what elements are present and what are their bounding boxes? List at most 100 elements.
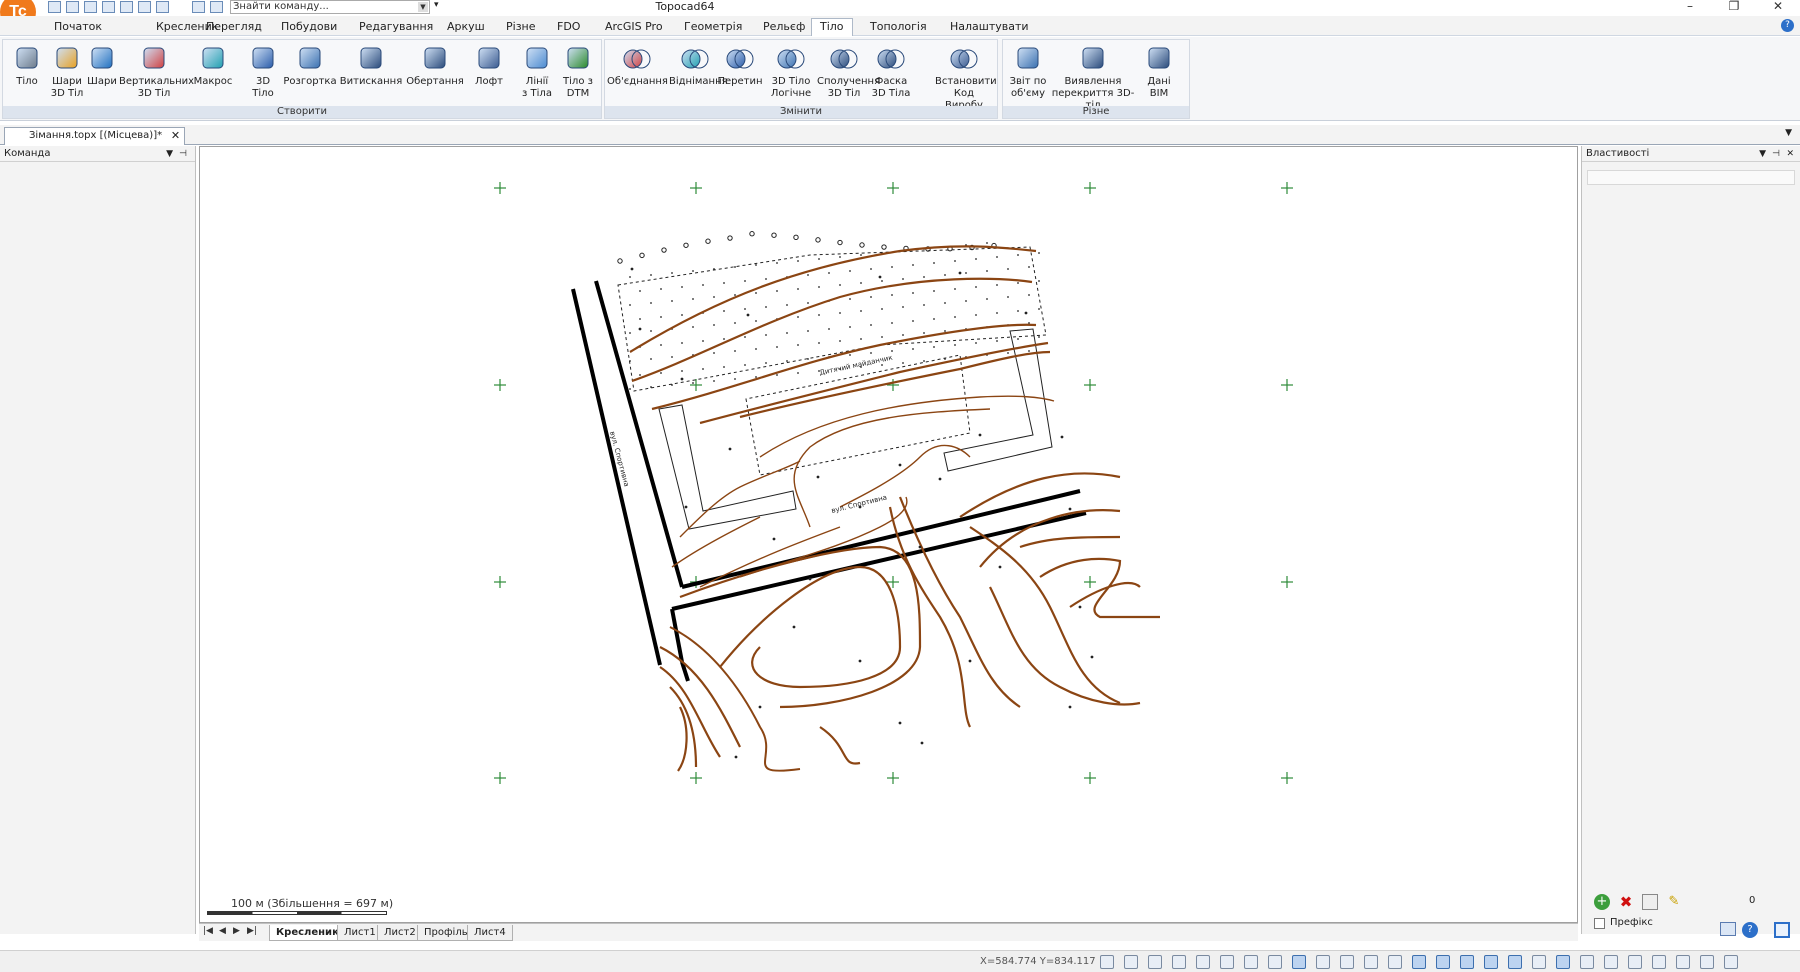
ribbon-button-0-1[interactable]: Шари 3D Тіл (49, 44, 85, 100)
nearest-icon[interactable] (1508, 955, 1522, 969)
open-folder-icon[interactable] (66, 1, 79, 13)
scale-icon[interactable] (1676, 955, 1690, 969)
window-icon[interactable] (1724, 955, 1738, 969)
redo-icon[interactable] (138, 1, 151, 13)
square-icon[interactable] (1604, 955, 1618, 969)
tab-2[interactable]: Перегляд (206, 19, 262, 34)
next-sheet-icon[interactable]: ▶ (233, 926, 240, 936)
ribbon-button-0-6[interactable]: Розгортка (283, 44, 337, 88)
polar-icon[interactable] (1172, 955, 1186, 969)
ribbon-button-2-2[interactable]: Дані BIM (1139, 44, 1179, 100)
pin-icon[interactable]: ⊣ (1772, 146, 1780, 162)
circle-snap-icon[interactable] (1244, 955, 1258, 969)
print-icon[interactable] (102, 1, 115, 13)
sheet-tab-0[interactable]: Кресленик (269, 925, 346, 941)
ribbon-button-2-0[interactable]: Звіт по об'єму (1009, 44, 1047, 100)
tab-11[interactable]: Тіло (811, 18, 853, 36)
command-search-input[interactable]: Знайти команду... ▼ (230, 0, 430, 14)
center-icon[interactable] (1460, 955, 1474, 969)
lock-icon[interactable] (1196, 955, 1210, 969)
box-icon[interactable] (1388, 955, 1402, 969)
document-tab[interactable]: Зімання.topx [(Місцева)]* ✕ (4, 127, 186, 145)
grid-icon[interactable] (1148, 955, 1162, 969)
last-sheet-icon[interactable]: ▶| (247, 926, 257, 936)
ribbon-button-0-8[interactable]: Обертання (405, 44, 465, 88)
ribbon-button-0-4[interactable]: Макрос (193, 44, 233, 88)
extension-icon[interactable] (1556, 955, 1570, 969)
ribbon-button-1-5[interactable]: Фаска 3D Тіла (867, 44, 915, 100)
tab-12[interactable]: Топологія (870, 19, 927, 34)
sheet-tab-3[interactable]: Профіль (417, 925, 475, 941)
tab-4[interactable]: Редагування (359, 19, 433, 34)
properties-object-select[interactable] (1587, 170, 1795, 185)
new-file-icon[interactable] (48, 1, 61, 13)
layout-icon[interactable] (1700, 955, 1714, 969)
ribbon-button-0-7[interactable]: Витискання (339, 44, 403, 88)
endpoint-icon[interactable] (1268, 955, 1282, 969)
line-snap-icon[interactable] (1364, 955, 1378, 969)
panel-toggle-icon[interactable] (1774, 922, 1790, 938)
tab-3[interactable]: Побудови (281, 19, 337, 34)
tab-13[interactable]: Налаштувати (950, 19, 1029, 34)
sheet-tab-1[interactable]: Лист1 (337, 925, 383, 941)
object-snap-icon[interactable] (1220, 955, 1234, 969)
target-icon[interactable] (1316, 955, 1330, 969)
intersect-snap-icon[interactable] (1412, 955, 1426, 969)
node-icon[interactable] (1340, 955, 1354, 969)
restore-icon[interactable]: ❐ (1720, 0, 1748, 14)
ribbon-button-0-9[interactable]: Лофт (469, 44, 509, 88)
chevron-down-icon[interactable]: ▼ (418, 2, 428, 12)
view-icon[interactable] (1720, 922, 1736, 936)
parallel-icon[interactable] (1532, 955, 1546, 969)
prefix-checkbox[interactable] (1594, 918, 1605, 929)
pan-icon[interactable] (1292, 955, 1306, 969)
tab-list-chevron-icon[interactable]: ▼ (1785, 128, 1792, 138)
window-icon[interactable] (192, 1, 205, 13)
grid-table-icon[interactable] (1642, 894, 1658, 910)
tab-0[interactable]: Початок (54, 19, 102, 34)
ribbon-button-1-1[interactable]: Віднімання (669, 44, 728, 88)
sheet-tab-2[interactable]: Лист2 (377, 925, 423, 941)
ribbon-button-0-0[interactable]: Тіло (9, 44, 45, 88)
ribbon-button-0-5[interactable]: 3D Тіло (247, 44, 279, 100)
command-list-icon[interactable] (210, 1, 223, 13)
tab-5[interactable]: Аркуш (447, 19, 485, 34)
snap-icon[interactable] (1100, 955, 1114, 969)
panel-dropdown-icon[interactable]: ▼ (166, 146, 173, 162)
save-icon[interactable] (84, 1, 97, 13)
prev-sheet-icon[interactable]: ◀ (219, 926, 226, 936)
tab-8[interactable]: ArcGIS Pro (605, 19, 663, 34)
forward-icon[interactable] (156, 1, 169, 13)
drawing-canvas[interactable]: Дитячий майданчик вул. Спортивна вул. Сп… (199, 146, 1578, 923)
ribbon-button-0-10[interactable]: Лінії з Тіла (517, 44, 557, 100)
help-icon[interactable]: ? (1781, 19, 1794, 32)
ortho-icon[interactable] (1124, 955, 1138, 969)
close-tab-icon[interactable]: ✕ (171, 128, 180, 144)
ribbon-button-1-0[interactable]: Об'єднання (607, 44, 668, 88)
perpendicular-icon[interactable] (1436, 955, 1450, 969)
help-icon[interactable]: ? (1742, 922, 1758, 938)
ribbon-button-0-3[interactable]: Вертикальних 3D Тіл (119, 44, 194, 100)
ribbon-button-1-6[interactable]: ВстановитиКод Виробу (935, 44, 997, 112)
tab-7[interactable]: FDO (557, 19, 580, 34)
minimize-icon[interactable]: – (1676, 0, 1704, 14)
ribbon-button-0-2[interactable]: Шари (87, 44, 117, 88)
add-icon[interactable]: + (1594, 894, 1610, 910)
pin-icon[interactable]: ⊣ (179, 146, 187, 162)
ribbon-button-1-2[interactable]: Перетин (717, 44, 763, 88)
sheet-tab-4[interactable]: Лист4 (467, 925, 513, 941)
ribbon-button-2-1[interactable]: Виявленняперекриття 3D-тіл (1047, 44, 1139, 112)
close-icon[interactable]: ✕ (1764, 0, 1792, 14)
tab-10[interactable]: Рельєф (763, 19, 805, 34)
insert-icon[interactable] (1580, 955, 1594, 969)
ribbon-button-1-3[interactable]: 3D Тіло Логічне (767, 44, 815, 100)
tab-6[interactable]: Різне (506, 19, 536, 34)
move-icon[interactable] (1628, 955, 1642, 969)
tab-9[interactable]: Геометрія (684, 19, 742, 34)
rotate-icon[interactable] (1652, 955, 1666, 969)
panel-dropdown-icon[interactable]: ▼ (1759, 146, 1766, 162)
ribbon-button-1-4[interactable]: Сполучення 3D Тіл (817, 44, 880, 100)
tangent-icon[interactable] (1484, 955, 1498, 969)
customize-toolbar-icon[interactable]: ▾ (434, 0, 439, 10)
first-sheet-icon[interactable]: |◀ (203, 926, 213, 936)
